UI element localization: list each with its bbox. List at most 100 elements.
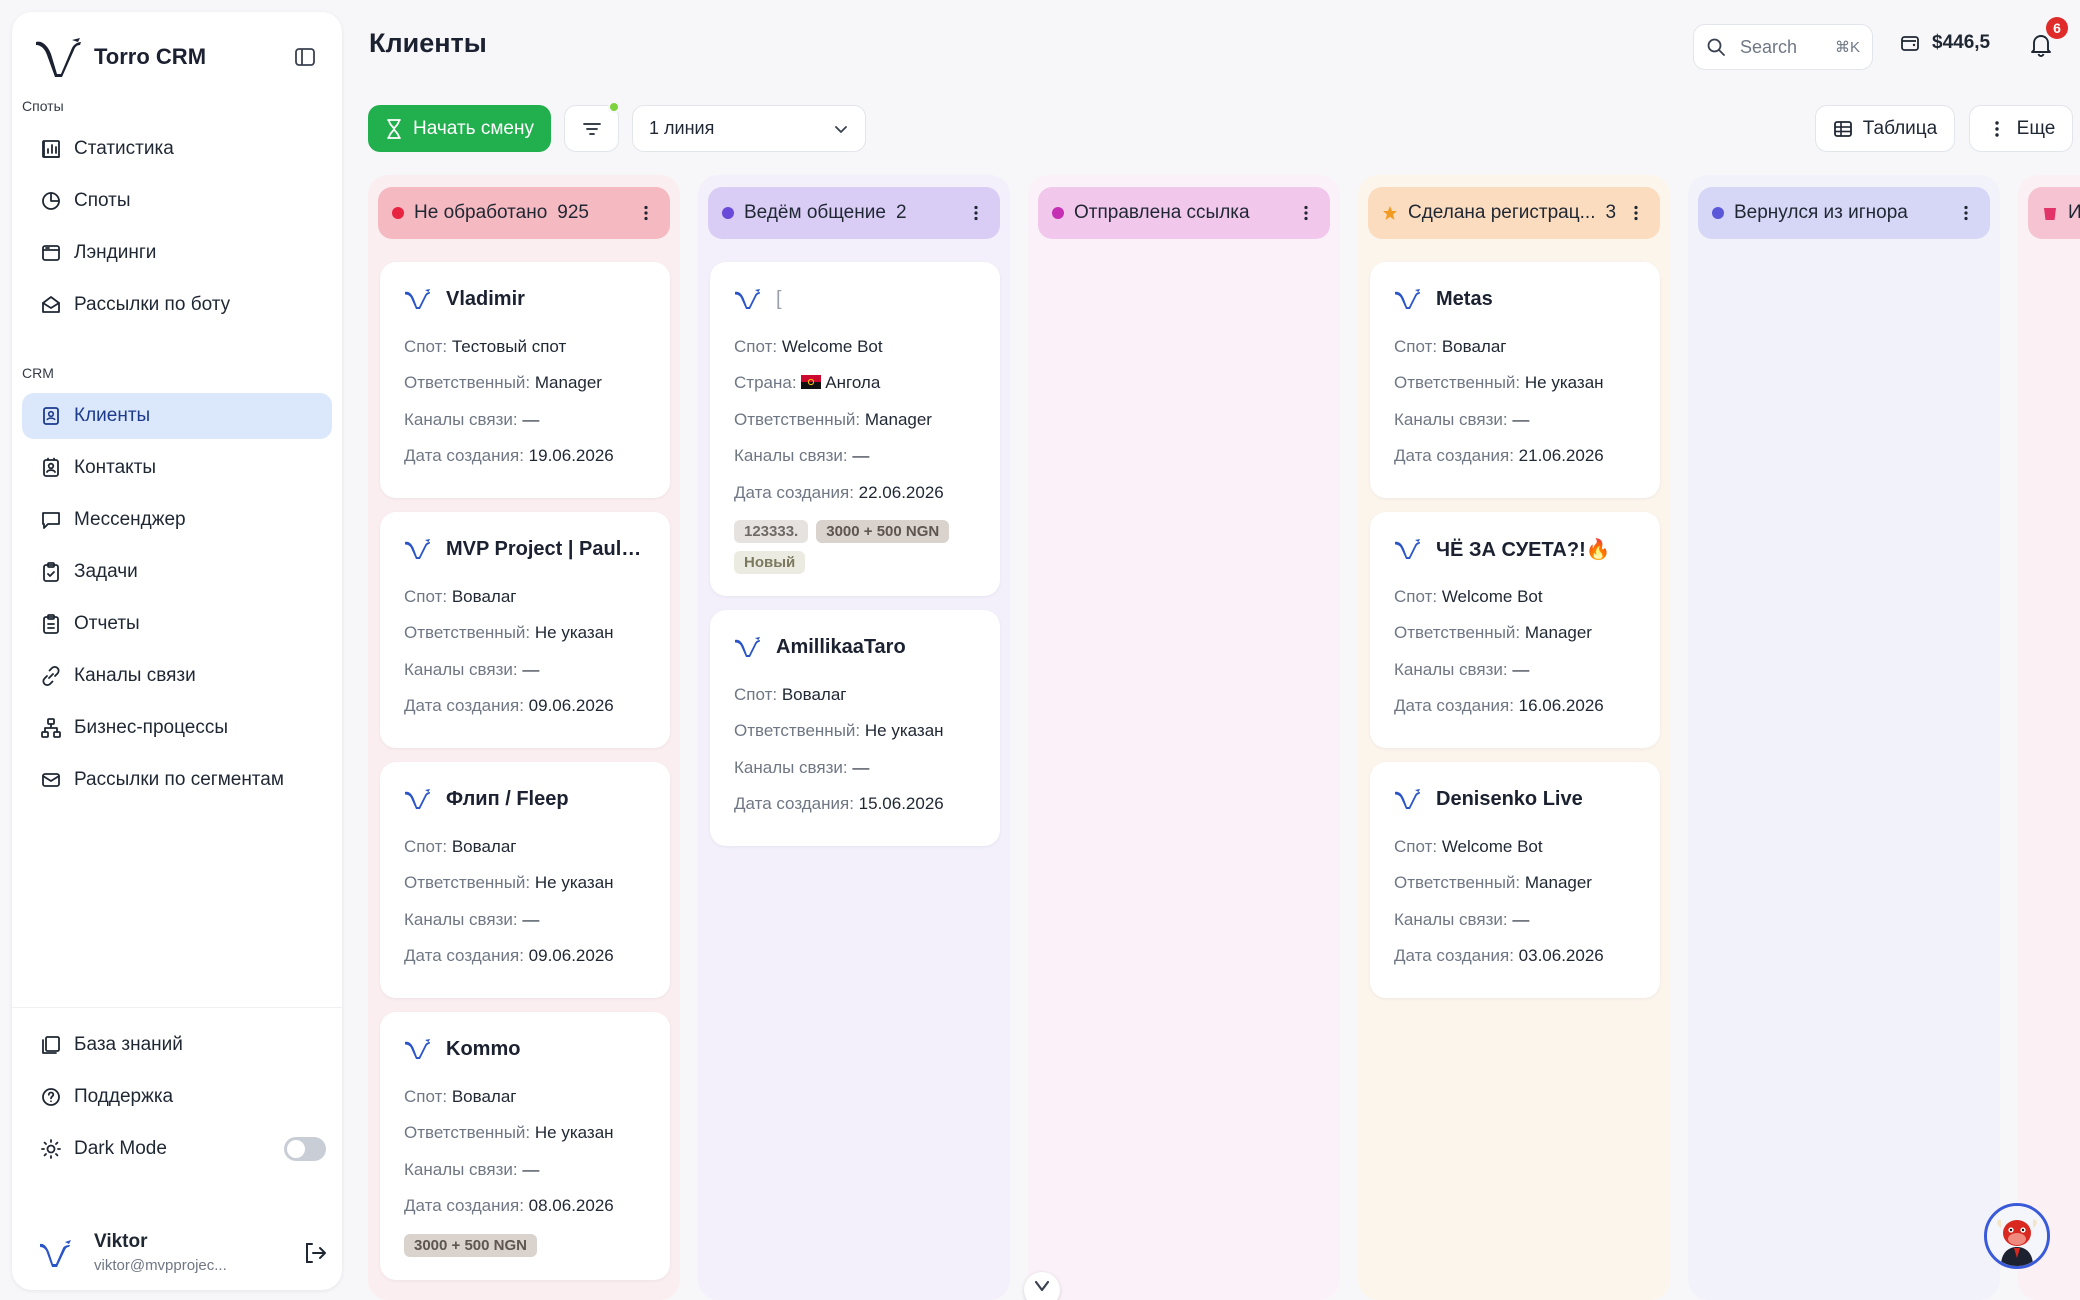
column-title: Вернулся из игнора <box>1734 202 1908 223</box>
client-card[interactable]: Vladimir Спот: Тестовый спот Ответственны… <box>380 262 670 498</box>
sidebar-item-pie-chart[interactable]: Споты <box>22 178 332 224</box>
field-label: Дата создания: <box>734 794 854 814</box>
sidebar-item-contact-card[interactable]: Клиенты <box>22 393 332 439</box>
user-profile[interactable]: Viktor viktor@mvpprojec... <box>34 1222 334 1282</box>
client-card[interactable]: Metas Спот: Вовалаг Ответственный: Не ука… <box>1370 262 1660 498</box>
field-label: Дата создания: <box>404 696 524 716</box>
book-icon <box>42 1036 60 1054</box>
client-name: ЧЁ ЗА СУЕТА?!🔥 <box>1436 538 1611 561</box>
chevron-down-icon <box>835 125 847 133</box>
sidebar-item-help-circle[interactable]: Поддержка <box>22 1074 332 1120</box>
field-label: Спот: <box>1394 837 1438 856</box>
sidebar-item-link[interactable]: Каналы связи <box>22 653 332 699</box>
column-header[interactable]: Не обработано 925 <box>378 187 670 239</box>
client-name: Kommo <box>446 1037 521 1060</box>
column-header[interactable]: Вернулся из игнора <box>1698 187 1990 239</box>
field-value: — <box>1512 659 1530 679</box>
line-select[interactable]: 1 линия <box>632 105 866 152</box>
address-book-icon <box>43 457 59 477</box>
card-field: Ответственный: Manager <box>734 409 976 445</box>
field-value: — <box>852 446 870 466</box>
card-field: Спот: Вовалаг <box>734 684 976 720</box>
column-header[interactable]: Ведём общение 2 <box>708 187 1000 239</box>
sidebar-collapse-icon[interactable] <box>294 46 316 68</box>
sidebar-item-mail[interactable]: Рассылки по сегментам <box>22 757 332 803</box>
sidebar-item-clipboard-list[interactable]: Отчеты <box>22 601 332 647</box>
sidebar-item-label: Клиенты <box>74 405 151 426</box>
field-label: Ответственный: <box>1394 623 1521 643</box>
card-field: Каналы связи: — <box>1394 409 1636 445</box>
card-field: Каналы связи: — <box>734 757 976 793</box>
sidebar-item-address-book[interactable]: Контакты <box>22 445 332 491</box>
mail-icon-wrap <box>40 769 62 791</box>
field-value: — <box>522 1159 540 1179</box>
tag-badge: Новый <box>734 550 806 574</box>
torro-logo-icon <box>735 637 760 657</box>
card-field: Ответственный: Не указан <box>404 622 646 658</box>
field-label: Каналы связи: <box>1394 409 1508 429</box>
pie-chart-icon <box>42 192 60 210</box>
help-circle-icon <box>42 1088 60 1106</box>
sidebar-item-label: Рассылки по боту <box>74 294 231 315</box>
column-header[interactable]: Иг <box>2028 187 2080 239</box>
client-name: Флип / Fleep <box>446 787 569 810</box>
field-label: Каналы связи: <box>1394 909 1508 929</box>
column-menu-button[interactable] <box>1956 203 1976 223</box>
dark-mode-toggle[interactable] <box>284 1137 326 1161</box>
torro-logo-icon <box>405 539 430 559</box>
field-label: Ответственный: <box>404 623 531 643</box>
sidebar-item-book[interactable]: База знаний <box>22 1022 332 1068</box>
search-input[interactable]: Search ⌘K <box>1693 24 1873 70</box>
column-header[interactable]: Сделана регистрац... 3 <box>1368 187 1660 239</box>
user-email: viktor@mvpprojec... <box>94 1256 227 1274</box>
support-mascot-avatar[interactable] <box>1984 1203 2050 1269</box>
flow-icon-wrap <box>40 717 62 739</box>
client-card[interactable]: Kommo Спот: Вовалаг Ответственный: Не ука… <box>380 1012 670 1280</box>
field-label: Каналы связи: <box>404 409 518 429</box>
sidebar-item-chat-bubble[interactable]: Мессенджер <box>22 497 332 543</box>
client-card[interactable]: ЧЁ ЗА СУЕТА?!🔥 Спот: Welcome Bot Ответств… <box>1370 512 1660 748</box>
torro-logo-icon <box>735 289 760 309</box>
sun-icon <box>41 1139 61 1159</box>
field-value: — <box>1512 909 1530 929</box>
sidebar-item-clipboard-check[interactable]: Задачи <box>22 549 332 595</box>
table-view-label: Таблица <box>1862 117 1938 139</box>
scroll-down-button[interactable] <box>1024 1272 1060 1300</box>
logout-icon[interactable] <box>302 1240 328 1266</box>
card-field: Каналы связи: — <box>1394 909 1636 945</box>
field-value: Не указан <box>534 1123 614 1143</box>
app-name: Torro CRM <box>94 44 207 69</box>
card-field: Ответственный: Не указан <box>734 720 976 756</box>
brand[interactable]: Torro CRM <box>34 36 206 78</box>
card-field: Ответственный: Не указан <box>1394 372 1636 408</box>
sidebar-item-envelope-open[interactable]: Рассылки по боту <box>22 282 332 328</box>
field-value: Manager <box>534 373 602 393</box>
spots-nav: Статистика Споты Лэндинги Рассылки по бо… <box>22 126 332 334</box>
more-button[interactable]: Еще <box>1969 105 2073 152</box>
column-menu-button[interactable] <box>966 203 986 223</box>
client-card[interactable]: AmillikaaTaro Спот: Вовалаг Ответственный… <box>710 610 1000 846</box>
start-shift-button[interactable]: Начать смену <box>368 105 551 152</box>
column-menu-button[interactable] <box>1626 203 1646 223</box>
card-field: Дата создания: 22.06.2026 <box>734 482 976 518</box>
field-value: Welcome Bot <box>781 337 883 356</box>
client-card[interactable]: [ Спот: Welcome Bot Страна: Ангола Ответст… <box>710 262 1000 596</box>
column-menu-button[interactable] <box>1296 203 1316 223</box>
more-vertical-icon <box>1634 205 1638 221</box>
client-card[interactable]: Denisenko Live Спот: Welcome Bot Ответств… <box>1370 762 1660 998</box>
kanban-column: Ведём общение 2 [ Спот: Welcome Bot Стран… <box>698 175 1010 1300</box>
sidebar-item-sun[interactable]: Dark Mode <box>22 1126 332 1172</box>
sidebar-item-bar-chart[interactable]: Статистика <box>22 126 332 172</box>
balance[interactable]: $446,5 <box>1900 32 1990 54</box>
column-menu-button[interactable] <box>636 203 656 223</box>
sidebar-item-browser-window[interactable]: Лэндинги <box>22 230 332 276</box>
client-card[interactable]: Флип / Fleep Спот: Вовалаг Ответственный:… <box>380 762 670 998</box>
table-view-button[interactable]: Таблица <box>1815 105 1955 152</box>
column-header[interactable]: Отправлена ссылка <box>1038 187 1330 239</box>
sidebar-item-flow[interactable]: Бизнес-процессы <box>22 705 332 751</box>
sidebar-item-label: Контакты <box>74 457 157 478</box>
card-field: Дата создания: 16.06.2026 <box>1394 695 1636 731</box>
client-card[interactable]: MVP Project | Paula... Спот: Вовалаг Отве… <box>380 512 670 748</box>
field-label: Каналы связи: <box>404 1159 518 1179</box>
start-shift-label: Начать смену <box>413 117 534 139</box>
